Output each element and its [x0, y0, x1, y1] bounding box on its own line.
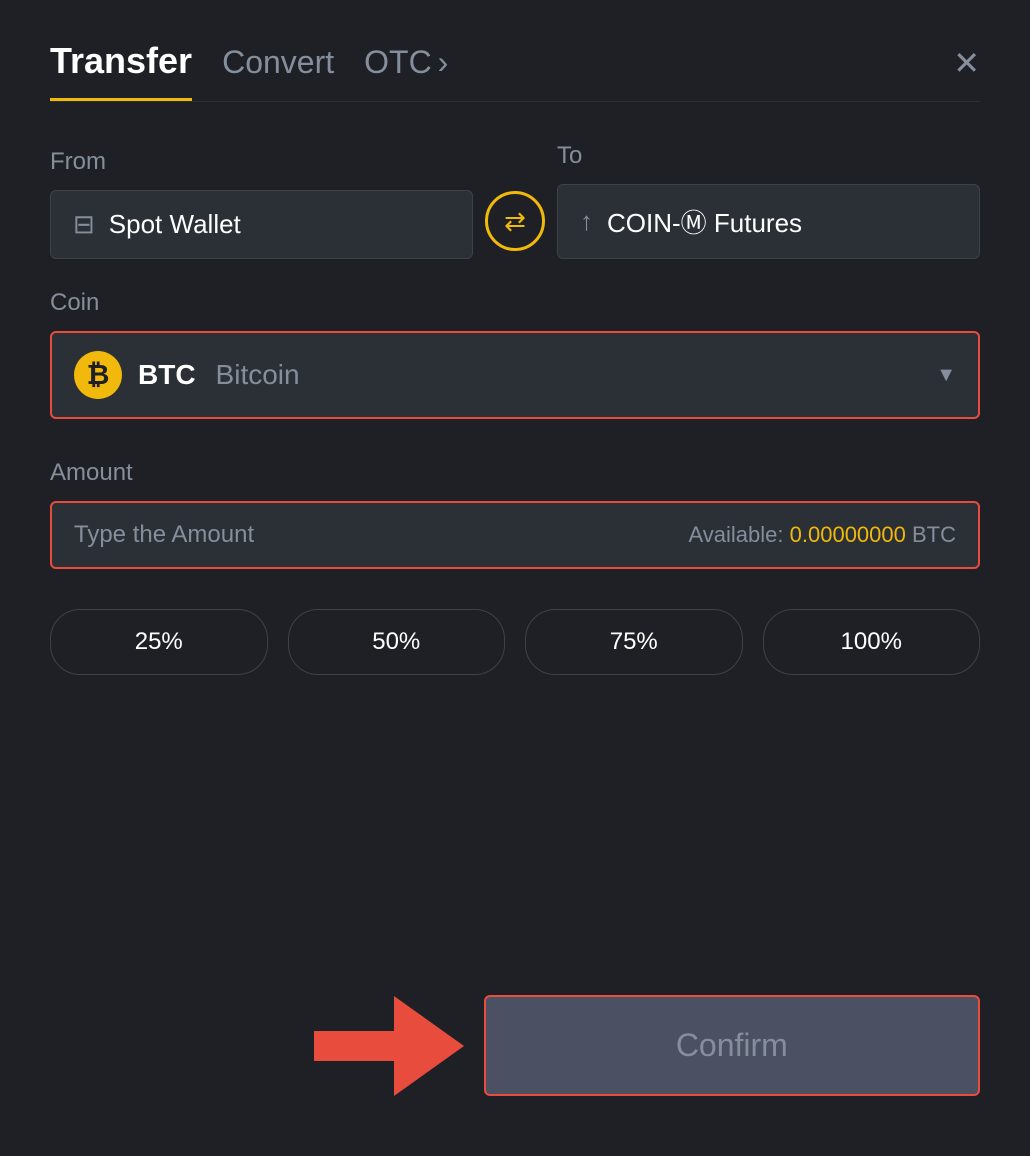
tab-transfer[interactable]: Transfer: [50, 40, 192, 101]
from-label: From: [50, 148, 473, 176]
confirm-button[interactable]: Confirm: [484, 995, 980, 1096]
futures-icon: ↑: [580, 206, 593, 237]
tab-convert[interactable]: Convert: [222, 44, 334, 97]
swap-btn-wrapper: ⇄: [473, 191, 557, 259]
chevron-down-icon: ▼: [936, 364, 956, 387]
arrow-container: [50, 996, 484, 1096]
available-unit: BTC: [912, 522, 956, 547]
from-wallet-name: Spot Wallet: [109, 209, 241, 240]
pct-100-button[interactable]: 100%: [763, 609, 981, 675]
pct-50-button[interactable]: 50%: [288, 609, 506, 675]
amount-label: Amount: [50, 459, 133, 486]
coin-label: Coin: [50, 289, 99, 316]
btc-icon: ₿: [74, 351, 122, 399]
swap-button[interactable]: ⇄: [485, 191, 545, 251]
from-section: From ⊟ Spot Wallet: [50, 148, 473, 259]
coin-full-name: Bitcoin: [216, 359, 300, 391]
confirm-btn-wrapper: Confirm: [484, 995, 980, 1096]
tab-otc[interactable]: OTC ›: [364, 44, 448, 97]
available-text: Available: 0.00000000 BTC: [689, 522, 956, 548]
arrow-head-icon: [394, 996, 464, 1096]
close-button[interactable]: ✕: [953, 47, 980, 95]
available-amount: 0.00000000: [790, 522, 906, 547]
to-label: To: [557, 142, 980, 170]
pct-25-button[interactable]: 25%: [50, 609, 268, 675]
from-to-row: From ⊟ Spot Wallet ⇄ To ↑ COIN-Ⓜ Futures: [50, 142, 980, 259]
arrow-indicator: [314, 996, 464, 1096]
wallet-card-icon: ⊟: [73, 209, 95, 240]
coin-section: Coin ₿ BTC Bitcoin ▼: [50, 289, 980, 419]
amount-input[interactable]: [74, 521, 689, 549]
coin-select-dropdown[interactable]: ₿ BTC Bitcoin ▼: [50, 331, 980, 419]
to-section: To ↑ COIN-Ⓜ Futures: [557, 142, 980, 259]
pct-75-button[interactable]: 75%: [525, 609, 743, 675]
bottom-area: Confirm: [50, 955, 980, 1096]
transfer-modal: Transfer Convert OTC › ✕ From ⊟ Spot Wal…: [0, 0, 1030, 1156]
amount-input-wrapper: Available: 0.00000000 BTC: [50, 501, 980, 569]
otc-arrow-icon: ›: [438, 44, 449, 81]
header-tabs: Transfer Convert OTC › ✕: [50, 40, 980, 101]
from-wallet-select[interactable]: ⊟ Spot Wallet: [50, 190, 473, 259]
coin-symbol: BTC: [138, 359, 196, 391]
header-divider: [50, 101, 980, 102]
amount-section: Amount Available: 0.00000000 BTC: [50, 459, 980, 569]
percentage-row: 25% 50% 75% 100%: [50, 609, 980, 675]
to-wallet-select[interactable]: ↑ COIN-Ⓜ Futures: [557, 184, 980, 259]
arrow-shaft: [314, 1031, 394, 1061]
to-wallet-name: COIN-Ⓜ Futures: [607, 203, 802, 240]
